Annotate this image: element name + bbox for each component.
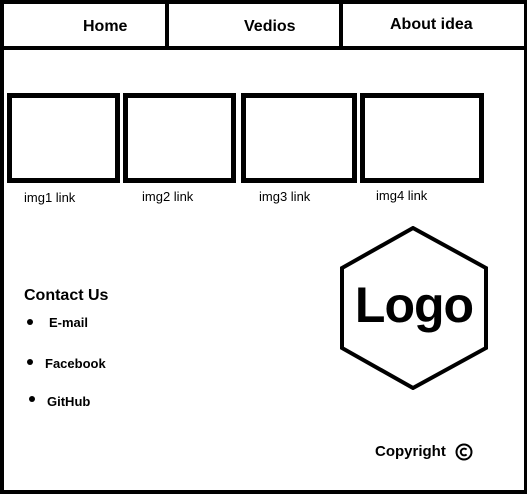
nav-separator: [339, 0, 343, 50]
image-placeholder-4[interactable]: [360, 93, 484, 183]
image-1-link[interactable]: img1 link: [24, 190, 75, 206]
contact-email-link[interactable]: E-mail: [49, 315, 88, 331]
contact-facebook-link[interactable]: Facebook: [45, 356, 106, 372]
nav-about-idea-link[interactable]: About idea: [390, 15, 473, 35]
logo-text: Logo: [354, 277, 474, 333]
copyright-text: Copyright: [375, 443, 446, 460]
nav-separator: [165, 0, 169, 50]
image-3-link[interactable]: img3 link: [259, 189, 310, 205]
nav-bar: Home Vedios About idea: [0, 0, 527, 50]
nav-vedios-link[interactable]: Vedios: [244, 17, 296, 37]
nav-home-link[interactable]: Home: [83, 17, 127, 37]
bullet-icon: [27, 319, 33, 325]
image-placeholder-2[interactable]: [123, 93, 236, 183]
contact-github-link[interactable]: GitHub: [47, 394, 90, 410]
image-2-link[interactable]: img2 link: [142, 189, 193, 205]
image-4-link[interactable]: img4 link: [376, 188, 427, 204]
nav-divider-line: [0, 46, 527, 50]
copyright-icon: [455, 443, 473, 461]
bullet-icon: [29, 396, 35, 402]
image-placeholder-3[interactable]: [241, 93, 357, 183]
contact-title: Contact Us: [24, 287, 109, 304]
image-placeholder-1[interactable]: [7, 93, 120, 183]
bullet-icon: [27, 359, 33, 365]
